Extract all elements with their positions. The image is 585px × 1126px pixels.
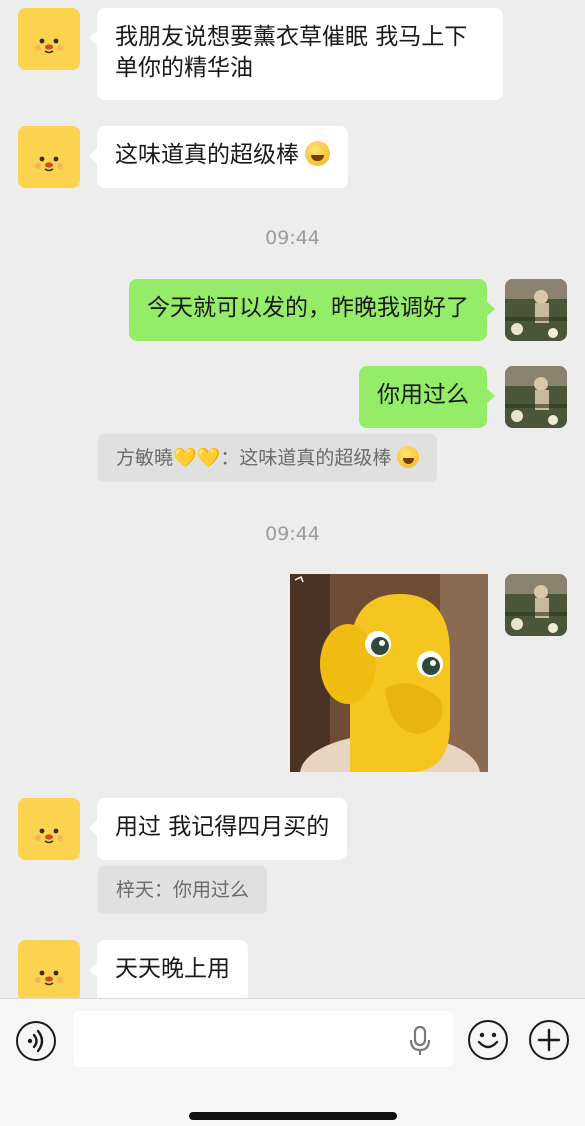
plus-button[interactable] [529,1020,569,1060]
plus-icon [537,1028,561,1052]
laughing-emoji-icon [397,446,420,468]
quote-text: 梓天：你用过么 [116,879,250,901]
timestamp: 09:44 [265,523,320,545]
message-text: 你用过么 [377,382,469,408]
user-avatar[interactable] [505,574,567,636]
photo-avatar-icon [505,366,567,428]
user-avatar[interactable] [505,366,567,428]
timestamp: 09:44 [265,227,320,249]
message-bubble-outgoing[interactable]: 你用过么 [359,366,495,428]
contact-avatar[interactable] [18,798,80,860]
message-input[interactable] [73,1011,453,1067]
quote-text: 方敏曉💛💛：这味道真的超级棒 [116,447,392,469]
message-text: 用过 我记得四月买的 [115,814,330,840]
bear-face-icon [18,8,80,70]
bear-face-icon [18,798,80,860]
message-bubble-incoming[interactable]: 用过 我记得四月买的 [88,798,348,860]
photo-avatar-icon [505,574,567,636]
message-text: 我朋友说想要薰衣草催眠 我马上下单你的精华油 [115,24,468,81]
message-bubble-incoming[interactable]: 我朋友说想要薰衣草催眠 我马上下单你的精华油 [89,8,503,100]
quoted-message[interactable]: 方敏曉💛💛：这味道真的超级棒 [98,434,438,482]
microphone-button[interactable] [406,1025,434,1057]
chat-area[interactable]: 我朋友说想要薰衣草催眠 我马上下单你的精华油 这味道真的超级棒 09:44 今天… [0,0,585,998]
message-bubble-incoming[interactable]: 这味道真的超级棒 [89,126,348,188]
emoji-icon [477,1032,499,1049]
message-text: 这味道真的超级棒 [115,142,299,168]
message-text: 今天就可以发的，昨晚我调好了 [147,295,469,321]
message-bubble-incoming[interactable]: 天天晚上用 [89,940,248,998]
bear-face-icon [18,940,80,998]
emoji-button[interactable] [468,1020,508,1060]
yellow-creature-sticker-icon [290,574,488,772]
laughing-emoji-icon [305,141,330,166]
message-bubble-outgoing[interactable]: 今天就可以发的，昨晚我调好了 [129,279,495,341]
voice-icon [27,1029,44,1053]
contact-avatar[interactable] [18,8,80,70]
composer-bar [0,998,585,1126]
contact-avatar[interactable] [18,940,80,998]
quoted-message[interactable]: 梓天：你用过么 [98,866,268,914]
microphone-icon [409,1025,431,1055]
voice-button[interactable] [16,1021,56,1061]
contact-avatar[interactable] [18,126,80,188]
bear-face-icon [18,126,80,188]
sticker-image[interactable] [290,574,488,772]
message-text: 天天晚上用 [115,956,230,982]
user-avatar[interactable] [505,279,567,341]
photo-avatar-icon [505,279,567,341]
home-indicator [189,1112,397,1120]
